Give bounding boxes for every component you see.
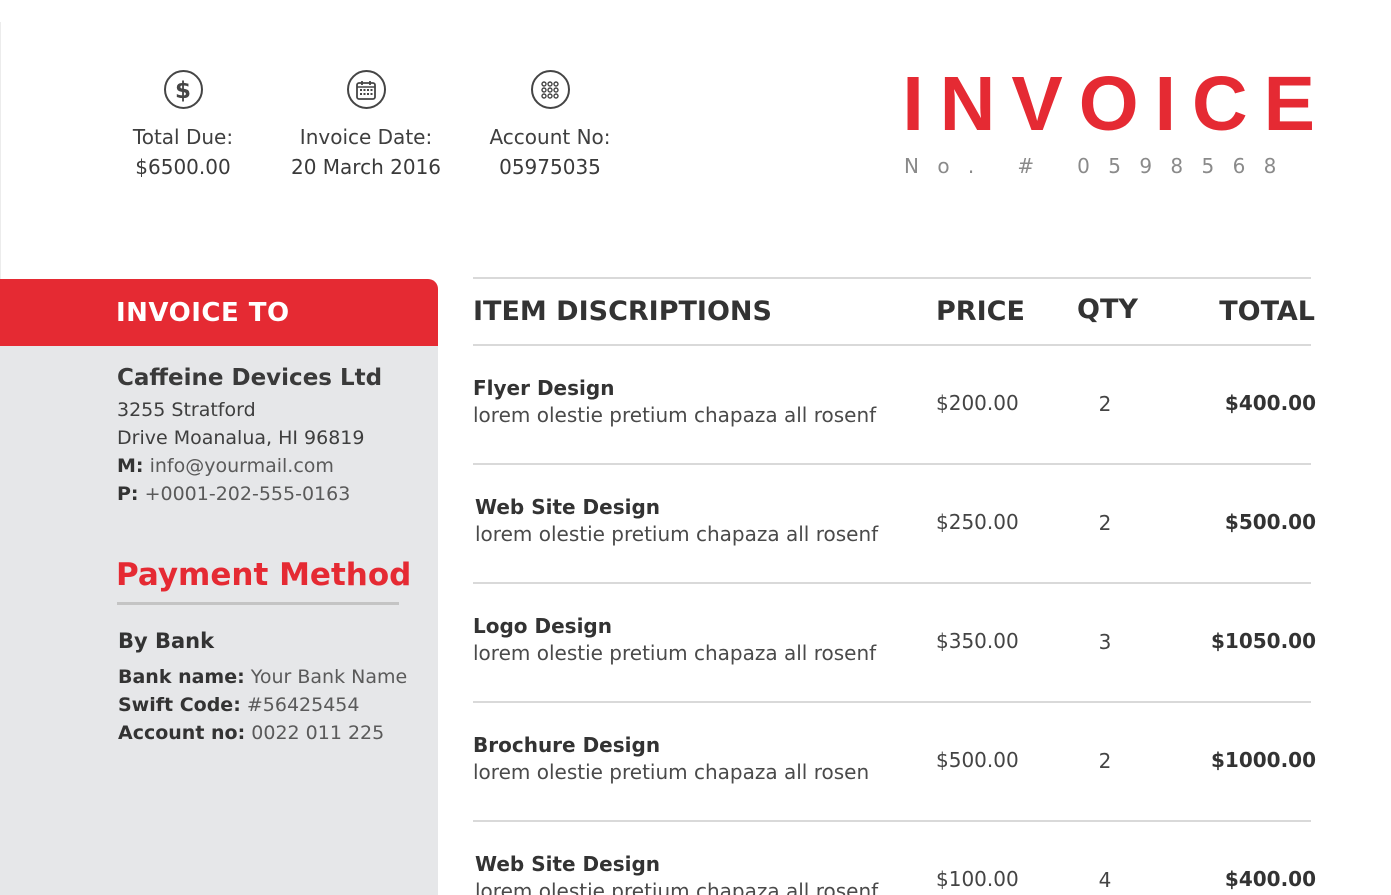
item-description: lorem olestie pretium chapaza all rosen (473, 760, 870, 784)
account-number-summary: Account No: 05975035 (450, 70, 650, 179)
item-qty: 2 (1098, 749, 1112, 773)
item-title: Flyer Design (473, 376, 615, 400)
total-due-value: $6500.00 (135, 155, 231, 179)
column-header-description: ITEM DISCRIPTIONS (473, 296, 772, 327)
item-description: lorem olestie pretium chapaza all rosenf (473, 641, 877, 665)
item-qty: 2 (1098, 511, 1112, 535)
total-due-label: Total Due: (132, 125, 234, 149)
account-number-value: 05975035 (499, 155, 601, 179)
table-row: Logo Design lorem olestie pretium chapaz… (0, 584, 1391, 703)
item-qty: 4 (1098, 868, 1112, 892)
item-total: $1000.00 (1210, 748, 1316, 772)
calendar-icon (346, 70, 386, 109)
item-title: Brochure Design (473, 733, 661, 757)
table-row: Web Site Design lorem olestie pretium ch… (0, 822, 1391, 895)
table-top-rule (473, 277, 1311, 279)
item-description: lorem olestie pretium chapaza all rosenf (475, 522, 879, 546)
column-header-price: PRICE (936, 296, 1025, 327)
item-total: $400.00 (1224, 867, 1316, 891)
account-number-label: Account No: (489, 125, 611, 149)
item-description: lorem olestie pretium chapaza all rosenf (473, 403, 877, 427)
item-price: $100.00 (936, 867, 1019, 891)
invoice-number: N o . # 0 5 9 8 5 6 8 (904, 154, 1283, 178)
keypad-icon (530, 70, 570, 109)
dollar-icon: $ (163, 70, 203, 109)
invoice-to-header: INVOICE TO (0, 279, 438, 346)
table-row: Web Site Design lorem olestie pretium ch… (0, 465, 1391, 584)
item-total: $1050.00 (1210, 629, 1316, 653)
item-qty: 2 (1098, 392, 1112, 416)
invoice-date-label: Invoice Date: (299, 125, 433, 149)
page-edge (0, 22, 1, 282)
item-price: $200.00 (936, 391, 1019, 415)
item-title: Web Site Design (475, 495, 661, 519)
item-price: $350.00 (936, 629, 1019, 653)
invoice-to-heading: INVOICE TO (116, 297, 290, 328)
item-total: $400.00 (1224, 391, 1316, 415)
svg-text:$: $ (175, 78, 191, 103)
item-total: $500.00 (1224, 510, 1316, 534)
item-description: lorem olestie pretium chapaza all rosenf (475, 879, 879, 895)
item-title: Logo Design (473, 614, 612, 638)
item-price: $250.00 (936, 510, 1019, 534)
invoice-title: INVOICE (902, 61, 1331, 147)
invoice-date-summary: Invoice Date: 20 March 2016 (266, 70, 466, 179)
item-qty: 3 (1098, 630, 1112, 654)
column-header-qty: QTY (1077, 294, 1138, 325)
column-header-total: TOTAL (1219, 296, 1315, 327)
table-row: Brochure Design lorem olestie pretium ch… (0, 703, 1391, 822)
item-title: Web Site Design (475, 852, 661, 876)
table-row: Flyer Design lorem olestie pretium chapa… (0, 346, 1391, 465)
invoice-date-value: 20 March 2016 (290, 155, 442, 179)
total-due-summary: $ Total Due: $6500.00 (83, 70, 283, 179)
item-price: $500.00 (936, 748, 1019, 772)
